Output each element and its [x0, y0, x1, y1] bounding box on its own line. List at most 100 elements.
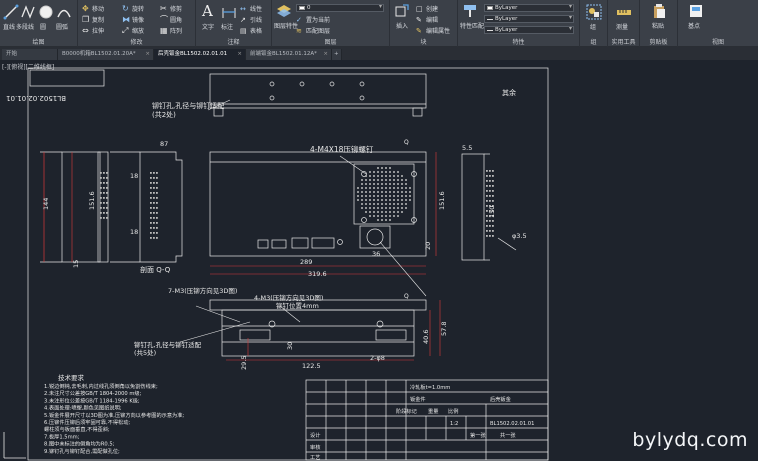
- match-layer-button[interactable]: ≋ 匹配图层: [296, 26, 330, 36]
- paste-label[interactable]: 粘贴: [652, 21, 664, 30]
- arc-icon[interactable]: [56, 4, 72, 20]
- tb-scale: 1:2: [450, 421, 458, 427]
- mesh-hole: [381, 175, 383, 177]
- paste-icon[interactable]: [651, 3, 667, 19]
- tab-close-icon[interactable]: ×: [237, 49, 242, 60]
- tab-chassis[interactable]: B0000机箱BL1502.01.20A* ×: [58, 49, 154, 60]
- circle-label[interactable]: 圆: [40, 22, 46, 31]
- drawing-canvas[interactable]: [-][俯视][二维线框] BL1502.02.01.01 铆钉孔,孔径与铆钉适…: [0, 60, 758, 461]
- mesh-hole: [377, 171, 379, 173]
- stretch-button[interactable]: ⇔ 拉伸: [82, 26, 104, 35]
- text-label[interactable]: 文字: [202, 22, 214, 31]
- properties-panel-title[interactable]: 特性: [458, 37, 579, 46]
- louver-hole: [153, 192, 155, 194]
- insert-label[interactable]: 插入: [396, 21, 408, 30]
- viewport-controls[interactable]: [-][俯视][二维线框]: [2, 62, 54, 71]
- linetype-dropdown[interactable]: ByLayer: [484, 15, 574, 23]
- rotate-button[interactable]: ↻ 旋转: [122, 4, 144, 13]
- block-panel-title[interactable]: 块: [390, 37, 457, 46]
- layer-properties-icon[interactable]: [276, 3, 292, 19]
- match-properties-icon[interactable]: [462, 3, 478, 19]
- dimension-label[interactable]: 标注: [221, 22, 233, 31]
- louver-hole: [486, 235, 488, 237]
- table-button[interactable]: ▤ 表格: [240, 26, 262, 36]
- louver-hole: [100, 172, 102, 174]
- arc-label[interactable]: 圆弧: [56, 22, 68, 31]
- color-dropdown[interactable]: ByLayer: [484, 4, 574, 12]
- louver-hole: [106, 202, 108, 204]
- base-view-icon[interactable]: [688, 3, 704, 19]
- modify-panel-title[interactable]: 修改: [78, 37, 195, 46]
- vent-mesh: [100, 167, 494, 239]
- scale-label: 缩放: [132, 28, 145, 35]
- tab-start[interactable]: 开始: [2, 49, 58, 60]
- louver-hole: [153, 212, 155, 214]
- edit-attr-button[interactable]: ✎ 编辑属性: [416, 26, 450, 36]
- lineweight-dropdown[interactable]: ByLayer: [484, 26, 574, 34]
- group-icon[interactable]: [586, 4, 602, 20]
- mesh-hole: [393, 171, 395, 173]
- circle-icon[interactable]: [38, 4, 54, 20]
- fillet-button[interactable]: ⌒ 圆角: [160, 15, 182, 24]
- mesh-hole: [369, 195, 371, 197]
- trim-button[interactable]: ✂ 修剪: [160, 4, 182, 13]
- mesh-hole: [377, 187, 379, 189]
- layer-dropdown[interactable]: 0: [296, 4, 384, 12]
- text-icon[interactable]: A: [202, 2, 213, 20]
- match-properties-label[interactable]: 特性匹配: [460, 21, 484, 30]
- trim-label: 修剪: [170, 6, 183, 13]
- mesh-hole: [405, 187, 407, 189]
- mesh-hole: [385, 203, 387, 205]
- measure-icon[interactable]: [616, 4, 632, 20]
- annotation-panel-title[interactable]: 注释: [196, 37, 271, 46]
- louver-hole: [150, 222, 152, 224]
- mesh-hole: [385, 215, 387, 217]
- louver-hole: [100, 202, 102, 204]
- scale-button[interactable]: ⤢ 缩放: [122, 26, 144, 35]
- create-block-button[interactable]: □ 创建: [416, 4, 438, 14]
- mesh-hole: [389, 195, 391, 197]
- groups-panel-title[interactable]: 组: [580, 37, 607, 46]
- mirror-button[interactable]: ⧓ 镜像: [122, 15, 144, 24]
- tab-rear-shell[interactable]: 后壳钣金BL1502.02.01.01 ×: [154, 49, 246, 60]
- linear-button[interactable]: ↔ 线性: [240, 4, 262, 14]
- layer-properties-label[interactable]: 图层特性: [274, 21, 298, 30]
- mesh-hole: [377, 179, 379, 181]
- mesh-hole: [365, 175, 367, 177]
- new-tab-button[interactable]: +: [332, 49, 342, 60]
- copy-button[interactable]: ❐ 复制: [82, 15, 104, 24]
- edit-block-button[interactable]: ✎ 编辑: [416, 15, 438, 25]
- line-label[interactable]: 直线: [3, 22, 15, 31]
- leader-button[interactable]: ↗ 引线: [240, 15, 262, 25]
- line-icon[interactable]: [3, 4, 19, 20]
- tab-close-icon[interactable]: ×: [323, 49, 328, 60]
- draw-panel-title[interactable]: 绘图: [0, 37, 77, 46]
- utilities-panel-title[interactable]: 实用工具: [608, 37, 639, 46]
- insert-block-icon[interactable]: [394, 3, 410, 19]
- louver-hole: [489, 195, 491, 197]
- louver-hole: [103, 197, 105, 199]
- move-button[interactable]: ✥ 移动: [82, 4, 104, 13]
- view-panel-title[interactable]: 视图: [678, 37, 758, 46]
- layers-panel-title[interactable]: 图层: [272, 37, 389, 46]
- mesh-hole: [389, 211, 391, 213]
- louver-hole: [103, 192, 105, 194]
- tab-front-plate[interactable]: 前端钣金BL1502.01.12A* ×: [246, 49, 332, 60]
- ucs-icon: [3, 432, 26, 459]
- clipboard-panel-title[interactable]: 剪贴板: [640, 37, 677, 46]
- make-current-button[interactable]: ✓ 置为当前: [296, 15, 330, 25]
- mesh-hole: [397, 191, 399, 193]
- measure-label[interactable]: 测量: [616, 22, 628, 31]
- tab-close-icon[interactable]: ×: [145, 49, 150, 60]
- dimension-icon[interactable]: [221, 4, 237, 20]
- mesh-hole: [393, 175, 395, 177]
- polyline-icon[interactable]: [20, 4, 36, 20]
- array-button[interactable]: ▦ 阵列: [160, 26, 182, 35]
- louver-hole: [153, 227, 155, 229]
- dim-40-6: 40.6: [422, 330, 430, 344]
- group-label[interactable]: 组: [590, 22, 596, 31]
- polyline-label[interactable]: 多段线: [16, 22, 34, 31]
- layer-dropdown-value: 0: [307, 5, 311, 11]
- dim-319-6: 319.6: [308, 270, 327, 278]
- base-label[interactable]: 基点: [688, 21, 700, 30]
